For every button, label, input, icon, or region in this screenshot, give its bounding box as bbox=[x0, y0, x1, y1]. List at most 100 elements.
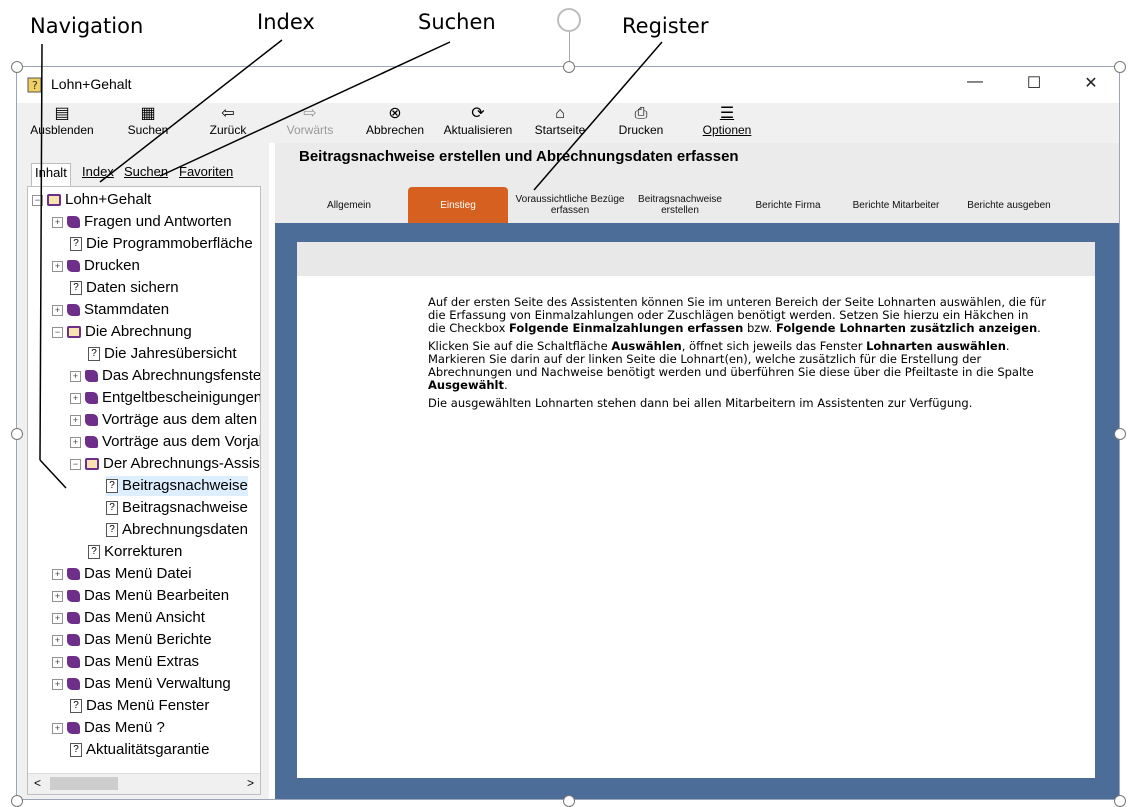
home-button[interactable]: ⌂ Startseite bbox=[527, 105, 593, 137]
register-tab-bezuege[interactable]: Voraussichtliche Bezüge erfassen bbox=[515, 187, 625, 223]
help-text: Auf der ersten Seite des Assistenten kön… bbox=[428, 296, 1048, 415]
refresh-button[interactable]: ⟳ Aktualisieren bbox=[435, 105, 521, 137]
tree-item-root[interactable]: − Lohn+Gehalt bbox=[32, 190, 151, 210]
minimize-button[interactable]: — bbox=[963, 73, 987, 95]
help-page-icon: ? bbox=[70, 237, 82, 252]
text-bold: Ausgewählt bbox=[428, 378, 504, 392]
register-tab-berichte-firma[interactable]: Berichte Firma bbox=[743, 187, 833, 223]
tree-item[interactable]: ? Die Programmoberfläche bbox=[70, 234, 253, 254]
tree-item[interactable]: + Das Menü Bearbeiten bbox=[52, 586, 229, 606]
maximize-button[interactable]: ☐ bbox=[1022, 73, 1046, 95]
horizontal-scrollbar[interactable]: < > bbox=[28, 773, 260, 794]
tree-item-label: Die Abrechnung bbox=[85, 323, 192, 340]
tab-index[interactable]: Index bbox=[79, 163, 117, 180]
tree-item-label: Das Menü ? bbox=[84, 719, 165, 736]
tree-item[interactable]: + Drucken bbox=[52, 256, 140, 276]
stop-icon: ⊗ bbox=[388, 105, 402, 122]
book-icon bbox=[67, 678, 80, 691]
forward-button[interactable]: ⇨ Vorwärts bbox=[279, 105, 341, 137]
resize-handle bbox=[563, 795, 575, 807]
arrow-right-icon: ⇨ bbox=[303, 105, 317, 122]
open-book-icon bbox=[85, 458, 99, 471]
register-tab-berichte-ausgeben[interactable]: Berichte ausgeben bbox=[955, 187, 1063, 223]
help-page-icon: ? bbox=[106, 501, 118, 516]
tree-item-label: Die Jahresübersicht bbox=[104, 345, 237, 362]
book-icon bbox=[67, 590, 80, 603]
scroll-left-icon[interactable]: < bbox=[34, 776, 41, 790]
print-button[interactable]: ⎙ Drucken bbox=[611, 105, 671, 137]
search-button[interactable]: ▦ Suchen bbox=[113, 105, 183, 137]
tab-inhalt[interactable]: Inhalt bbox=[31, 163, 71, 187]
tree-item-label: Das Menü Ansicht bbox=[84, 609, 205, 626]
tab-suchen[interactable]: Suchen bbox=[121, 163, 171, 180]
tree-item-label: Die Programmoberfläche bbox=[86, 235, 253, 252]
book-icon bbox=[67, 612, 80, 625]
book-icon bbox=[67, 304, 80, 317]
hide-pane-icon: ▤ bbox=[54, 105, 70, 122]
tree-item[interactable]: ? Abrechnungsdaten bbox=[106, 520, 248, 540]
resize-handle bbox=[11, 428, 23, 440]
content-body: Auf der ersten Seite des Assistenten kön… bbox=[297, 242, 1095, 778]
tree-item[interactable]: + Das Menü Datei bbox=[52, 564, 192, 584]
book-icon bbox=[67, 722, 80, 735]
tree-item[interactable]: + Das Abrechnungsfenster bbox=[70, 366, 260, 386]
tree-item[interactable]: ? Daten sichern bbox=[70, 278, 179, 298]
tree-item-label: Das Menü Bearbeiten bbox=[84, 587, 230, 604]
book-icon bbox=[67, 656, 80, 669]
help-page-icon: ? bbox=[88, 347, 100, 362]
resize-handle bbox=[1114, 428, 1126, 440]
page-title: Beitragsnachweise erstellen und Abrechnu… bbox=[299, 148, 739, 165]
register-tab-beitragsnachweise[interactable]: Beitragsnachweise erstellen bbox=[625, 187, 735, 223]
expand-icon: + bbox=[52, 216, 63, 228]
scroll-thumb[interactable] bbox=[50, 777, 118, 790]
tree-item[interactable]: + Vorträge aus dem Vorjahr bbox=[70, 432, 260, 452]
options-button[interactable]: ☰ Optionen bbox=[693, 105, 761, 137]
paragraph-1: Auf der ersten Seite des Assistenten kön… bbox=[428, 296, 1048, 335]
tree-item[interactable]: + Das Menü Berichte bbox=[52, 630, 212, 650]
back-label: Zurück bbox=[209, 123, 247, 137]
register-tab-berichte-mitarbeiter[interactable]: Berichte Mitarbeiter bbox=[841, 187, 951, 223]
tree-item[interactable]: + Das Menü Extras bbox=[52, 652, 199, 672]
paragraph-2: Klicken Sie auf die Schaltfläche Auswähl… bbox=[428, 340, 1048, 392]
expand-icon: + bbox=[52, 260, 63, 272]
close-button[interactable]: ✕ bbox=[1079, 73, 1103, 95]
tree-item-selected[interactable]: ? Beitragsnachweise bbox=[106, 476, 248, 496]
tree-item[interactable]: ? Aktualitätsgarantie bbox=[70, 740, 209, 760]
tree-item[interactable]: + Das Menü Verwaltung bbox=[52, 674, 231, 694]
paragraph-3: Die ausgewählten Lohnarten stehen dann b… bbox=[428, 396, 973, 410]
tree-item[interactable]: ? Korrekturen bbox=[88, 542, 182, 562]
hide-label: Ausblenden bbox=[30, 123, 94, 137]
callout-index: Index bbox=[257, 10, 315, 34]
tree-item[interactable]: + Entgeltbescheinigungen bbox=[70, 388, 260, 408]
callout-navigation: Navigation bbox=[30, 14, 144, 38]
book-icon bbox=[67, 634, 80, 647]
tree-item[interactable]: ? Das Menü Fenster bbox=[70, 696, 209, 716]
hide-button[interactable]: ▤ Ausblenden bbox=[23, 105, 101, 137]
expand-icon: + bbox=[70, 436, 81, 448]
tree-item[interactable]: ? Die Jahresübersicht bbox=[88, 344, 237, 364]
tree-item[interactable]: − Die Abrechnung bbox=[52, 322, 192, 342]
register-tab-einstieg[interactable]: Einstieg bbox=[408, 187, 508, 223]
search-pane-icon: ▦ bbox=[140, 105, 156, 122]
tree-item-label: Fragen und Antworten bbox=[84, 213, 232, 230]
collapse-icon: − bbox=[32, 194, 43, 206]
text-span: bzw. bbox=[743, 321, 776, 335]
tab-favoriten[interactable]: Favoriten bbox=[176, 163, 236, 180]
content-frame: Auf der ersten Seite des Assistenten kön… bbox=[275, 223, 1119, 799]
tree-item[interactable]: + Stammdaten bbox=[52, 300, 169, 320]
scroll-right-icon[interactable]: > bbox=[247, 776, 254, 790]
tree-item[interactable]: + Das Menü Ansicht bbox=[52, 608, 205, 628]
tree-item-label: Lohn+Gehalt bbox=[65, 191, 152, 208]
expand-icon: + bbox=[70, 414, 81, 426]
tree-item[interactable]: ? Beitragsnachweise bbox=[106, 498, 248, 518]
back-button[interactable]: ⇦ Zurück bbox=[197, 105, 259, 137]
tree-item[interactable]: + Das Menü ? bbox=[52, 718, 165, 738]
tree-item[interactable]: + Fragen und Antworten bbox=[52, 212, 232, 232]
stop-button[interactable]: ⊗ Abbrechen bbox=[357, 105, 433, 137]
print-label: Drucken bbox=[618, 123, 664, 137]
book-icon bbox=[85, 414, 98, 427]
tree-item[interactable]: + Vorträge aus dem alten bbox=[70, 410, 257, 430]
tree-item-label: Abrechnungsdaten bbox=[122, 521, 248, 538]
tree-item[interactable]: − Der Abrechnungs-Assistent bbox=[70, 454, 260, 474]
register-tab-allgemein[interactable]: Allgemein bbox=[299, 187, 399, 223]
